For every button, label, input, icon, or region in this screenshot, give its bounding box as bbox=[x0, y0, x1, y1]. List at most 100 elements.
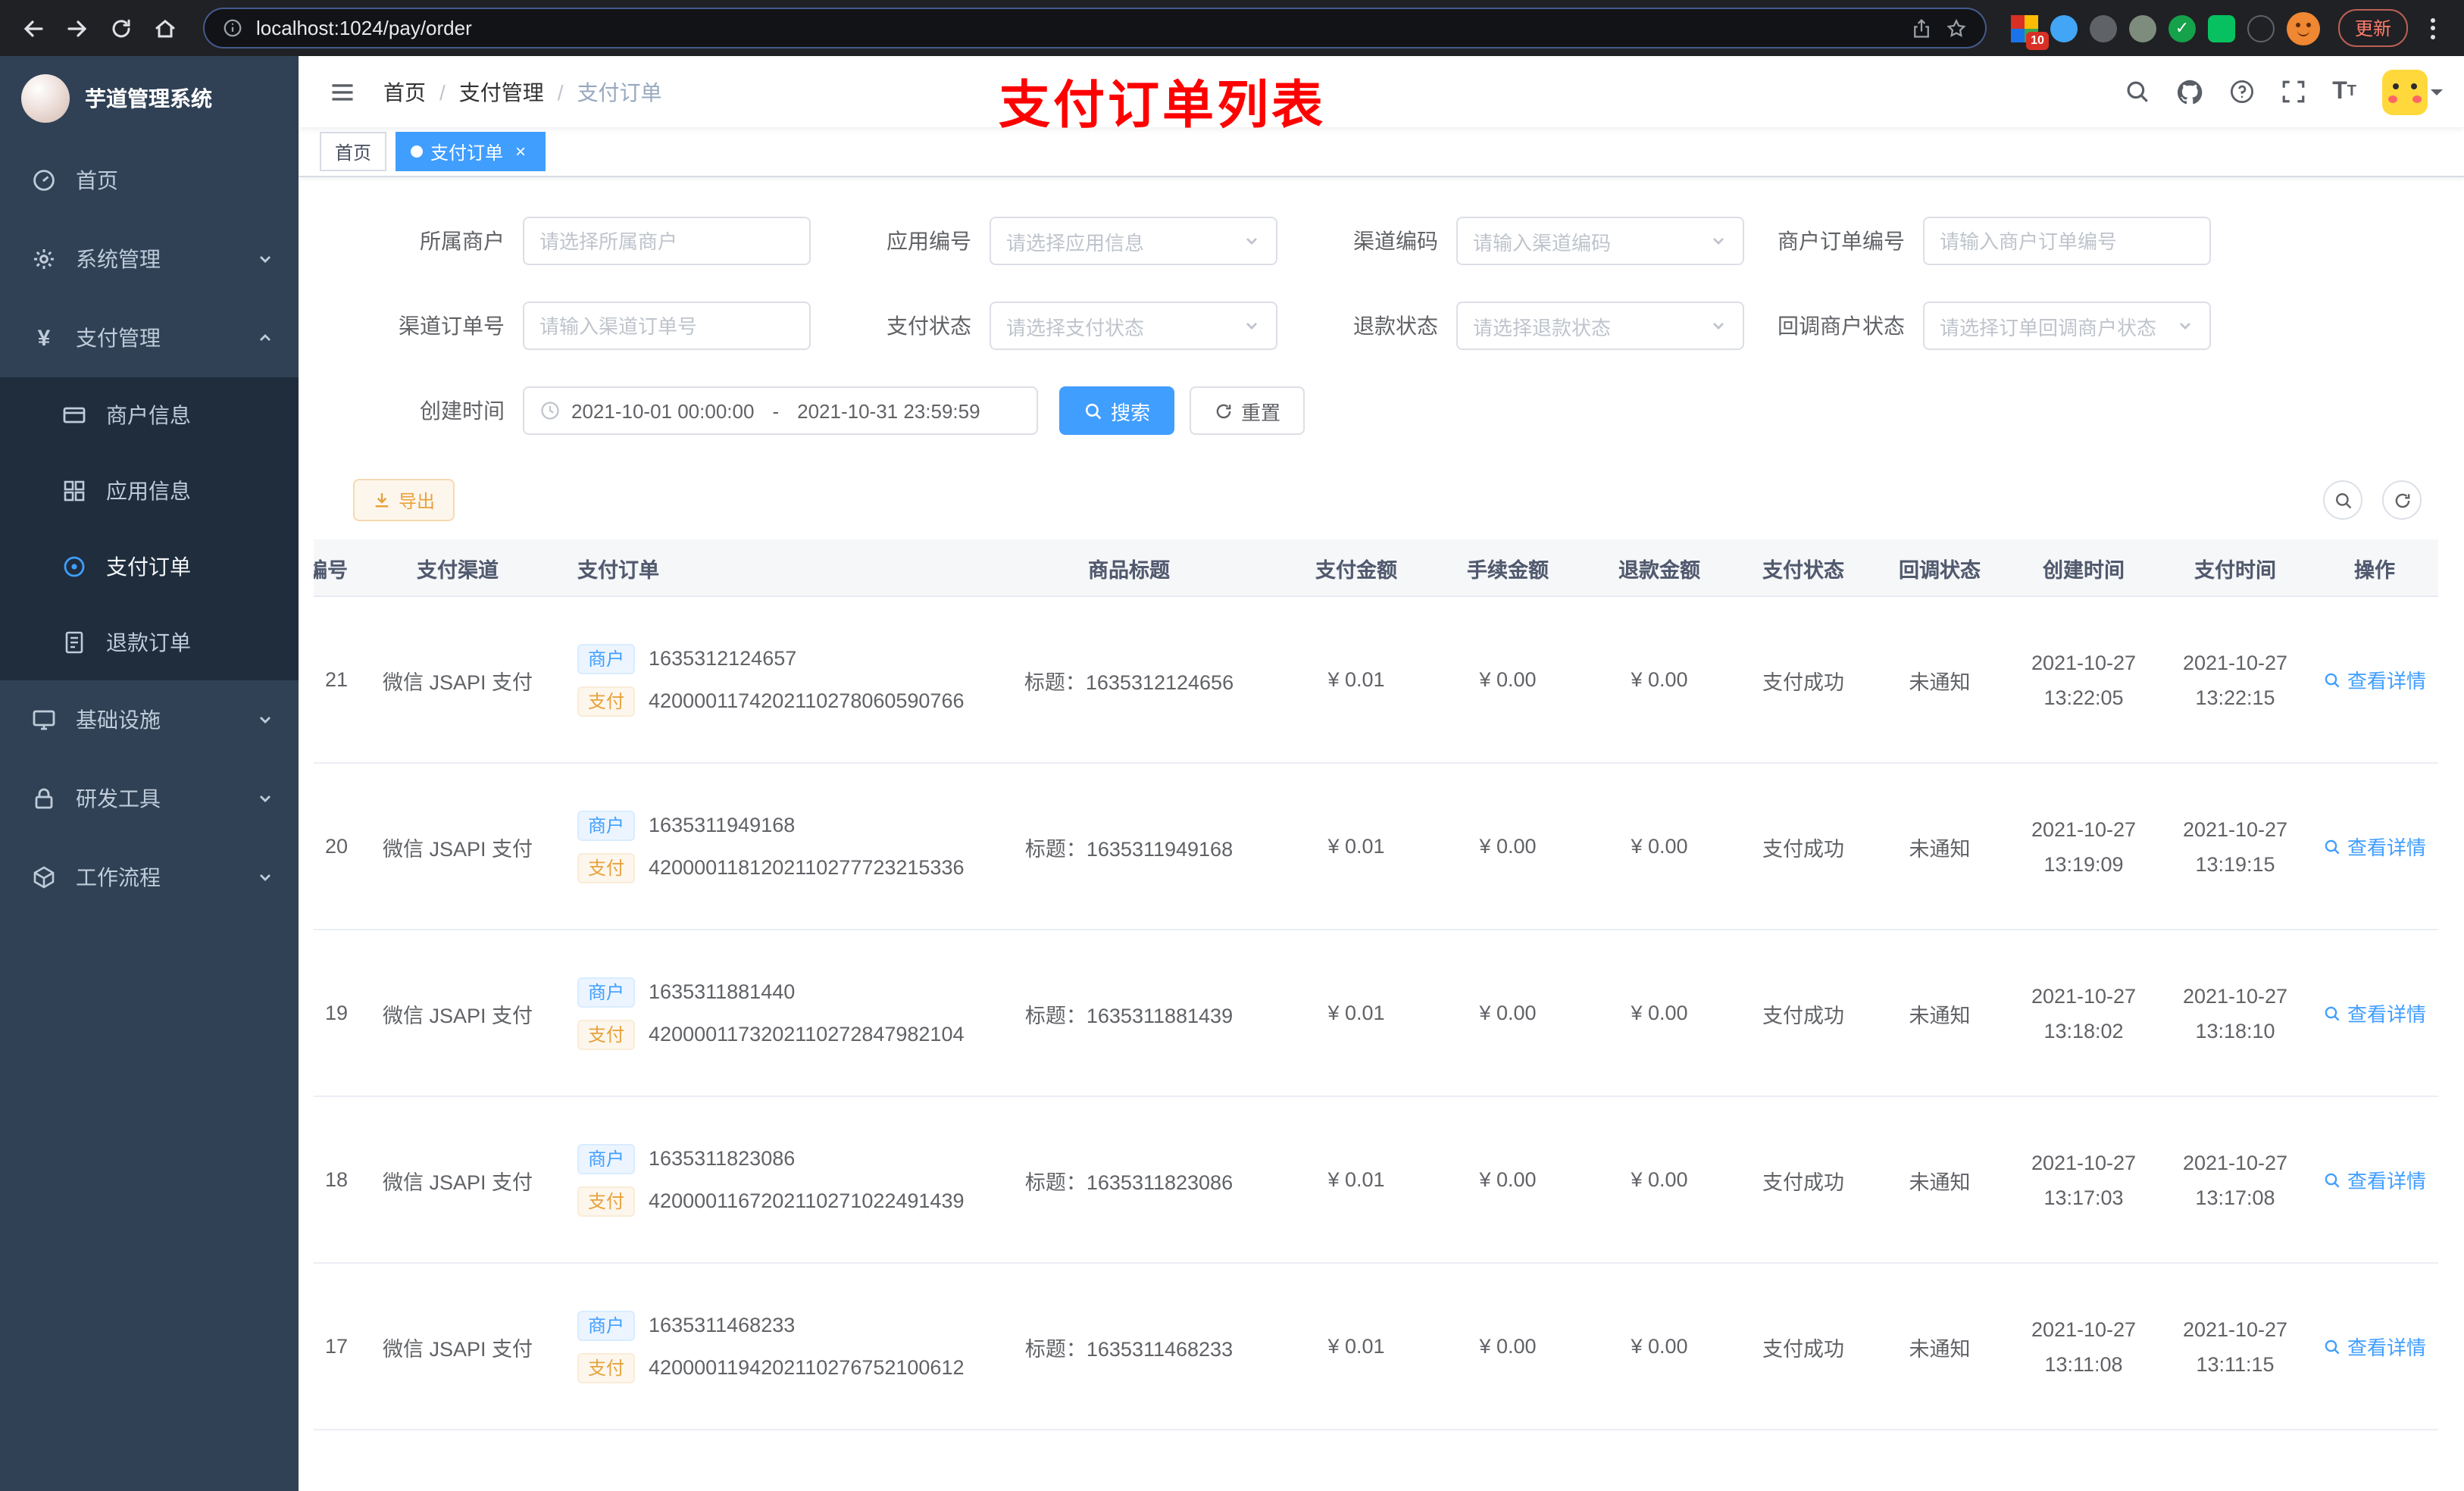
filter-form: 所属商户 应用编号 请选择应用信息 渠道编码 请输入渠道编码 bbox=[299, 177, 2464, 435]
app-title: 芋道管理系统 bbox=[85, 86, 212, 111]
pay-status-select[interactable]: 请选择支付状态 bbox=[990, 302, 1277, 350]
sidebar-item-home[interactable]: 首页 bbox=[0, 141, 299, 220]
filter-merchant: 所属商户 bbox=[344, 217, 811, 265]
sidebar-item-app-info[interactable]: 应用信息 bbox=[0, 453, 299, 529]
search-icon[interactable] bbox=[2125, 79, 2150, 105]
create-time-label: 创建时间 bbox=[420, 399, 505, 423]
merchant-tag: 商户 bbox=[577, 810, 636, 840]
share-icon[interactable] bbox=[1911, 17, 1932, 39]
monitor-icon bbox=[30, 708, 58, 732]
channel-order-label: 渠道订单号 bbox=[399, 314, 505, 338]
merchant-tag: 商户 bbox=[577, 643, 636, 674]
github-icon[interactable] bbox=[2176, 78, 2203, 105]
sidebar-submenu-pay: 商户信息 应用信息 支付订单 退款订单 bbox=[0, 377, 299, 680]
browser-reload-icon[interactable] bbox=[100, 8, 141, 48]
gray-extension-icon[interactable] bbox=[2128, 14, 2156, 42]
callback-status-select[interactable]: 请选择订单回调商户状态 bbox=[1923, 302, 2211, 350]
active-tab-dot bbox=[411, 145, 424, 158]
chat-extension-icon[interactable] bbox=[2207, 14, 2235, 42]
filter-channel-code: 渠道编码 请输入渠道编码 bbox=[1277, 217, 1744, 265]
view-detail-link[interactable]: 查看详情 bbox=[2323, 832, 2426, 861]
search-button[interactable]: 搜索 bbox=[1059, 386, 1175, 435]
page-content: 所属商户 应用编号 请选择应用信息 渠道编码 请输入渠道编码 bbox=[299, 177, 2464, 1491]
tab-home[interactable]: 首页 bbox=[320, 132, 387, 171]
help-icon[interactable] bbox=[2229, 79, 2255, 105]
sidebar-item-workflow[interactable]: 工作流程 bbox=[0, 838, 299, 917]
sidebar-item-merchant-info[interactable]: 商户信息 bbox=[0, 377, 299, 453]
clock-icon bbox=[541, 402, 559, 420]
yen-icon: ¥ bbox=[37, 325, 51, 351]
channel-order-input[interactable] bbox=[523, 302, 811, 350]
browser-menu-icon[interactable] bbox=[2420, 17, 2446, 39]
logo-avatar bbox=[21, 74, 70, 123]
fullscreen-icon[interactable] bbox=[2281, 79, 2306, 105]
pixel-extension-icon[interactable]: 10 bbox=[2010, 14, 2049, 49]
extension-badge: 10 bbox=[2026, 31, 2049, 49]
browser-update-button[interactable]: 更新 bbox=[2337, 9, 2408, 47]
start-date: 2021-10-01 00:00:00 bbox=[571, 399, 755, 422]
search-icon bbox=[1085, 402, 1102, 419]
search-icon bbox=[2325, 672, 2340, 687]
hamburger-icon[interactable] bbox=[320, 78, 365, 105]
dashboard-icon bbox=[30, 168, 58, 192]
site-info-icon[interactable] bbox=[223, 18, 242, 38]
merchant-input[interactable] bbox=[523, 217, 811, 265]
sidebar-item-refund-order[interactable]: 退款订单 bbox=[0, 605, 299, 680]
view-detail-link[interactable]: 查看详情 bbox=[2323, 665, 2426, 694]
export-button[interactable]: 导出 bbox=[353, 479, 455, 521]
view-detail-link[interactable]: 查看详情 bbox=[2323, 1332, 2426, 1361]
credit-card-icon bbox=[61, 403, 88, 427]
table-toolbar: 导出 bbox=[299, 479, 2464, 521]
merchant-order-input[interactable] bbox=[1923, 217, 2211, 265]
lock-icon bbox=[30, 786, 58, 811]
chevron-up-icon bbox=[256, 329, 274, 347]
browser-profile-avatar[interactable] bbox=[2286, 11, 2320, 45]
sidebar-item-system[interactable]: 系统管理 bbox=[0, 220, 299, 299]
table-row-partial: 商户1635311157726 bbox=[314, 1430, 2438, 1491]
browser-forward-icon[interactable] bbox=[56, 8, 97, 48]
callback-status-label: 回调商户状态 bbox=[1778, 314, 1905, 338]
reset-button[interactable]: 重置 bbox=[1190, 386, 1305, 435]
create-time-range-input[interactable]: 2021-10-01 00:00:00 - 2021-10-31 23:59:5… bbox=[523, 386, 1038, 435]
tab-close-icon[interactable]: × bbox=[511, 142, 530, 161]
search-icon bbox=[2325, 1172, 2340, 1187]
tab-pay-order[interactable]: 支付订单 × bbox=[396, 132, 546, 171]
sidebar-item-pay-order[interactable]: 支付订单 bbox=[0, 529, 299, 605]
table-row: 21 微信 JSAPI 支付 商户 1635312124657 支付 4200001… bbox=[314, 597, 2438, 764]
channel-code-select[interactable]: 请输入渠道编码 bbox=[1456, 217, 1744, 265]
browser-home-icon[interactable] bbox=[144, 8, 185, 48]
download-icon bbox=[375, 493, 389, 508]
user-avatar[interactable] bbox=[2382, 69, 2443, 114]
font-size-icon[interactable]: TT bbox=[2332, 79, 2356, 104]
pay-tag: 支付 bbox=[577, 1186, 636, 1216]
range-separator: - bbox=[772, 399, 780, 422]
browser-back-icon[interactable] bbox=[12, 8, 53, 48]
toggle-search-icon[interactable] bbox=[2323, 480, 2362, 520]
check-extension-icon[interactable]: ✓ bbox=[2168, 14, 2196, 42]
refresh-table-icon[interactable] bbox=[2382, 480, 2422, 520]
dark-extension-icon[interactable] bbox=[2089, 14, 2117, 42]
pay-tag: 支付 bbox=[577, 686, 636, 716]
view-detail-link[interactable]: 查看详情 bbox=[2323, 999, 2426, 1027]
blue-drop-extension-icon[interactable] bbox=[2050, 14, 2078, 42]
sidebar-item-infra[interactable]: 基础设施 bbox=[0, 680, 299, 759]
sidebar-item-pay[interactable]: ¥ 支付管理 bbox=[0, 299, 299, 377]
gear-icon bbox=[30, 247, 58, 271]
app-logo[interactable]: 芋道管理系统 bbox=[0, 56, 299, 141]
refund-status-select[interactable]: 请选择退款状态 bbox=[1456, 302, 1744, 350]
pin-extension-icon[interactable] bbox=[2247, 14, 2275, 42]
url-bar[interactable]: localhost:1024/pay/order bbox=[203, 8, 1987, 48]
breadcrumb-home[interactable]: 首页 bbox=[383, 77, 426, 107]
chevron-down-icon bbox=[256, 250, 274, 268]
view-detail-link[interactable]: 查看详情 bbox=[2323, 1165, 2426, 1194]
sidebar-item-devtools[interactable]: 研发工具 bbox=[0, 759, 299, 838]
navbar-actions: TT bbox=[2125, 69, 2443, 114]
circle-dot-icon bbox=[61, 555, 88, 579]
bookmark-star-icon[interactable] bbox=[1946, 17, 1967, 39]
pay-tag: 支付 bbox=[577, 852, 636, 883]
app-select[interactable]: 请选择应用信息 bbox=[990, 217, 1277, 265]
top-navbar: 首页 / 支付管理 / 支付订单 支付订单列表 T T bbox=[299, 56, 2464, 135]
breadcrumb-separator: / bbox=[439, 80, 446, 104]
box-icon bbox=[30, 865, 58, 889]
table-row: 17 微信 JSAPI 支付 商户 1635311468233 支付 4200001… bbox=[314, 1264, 2438, 1430]
